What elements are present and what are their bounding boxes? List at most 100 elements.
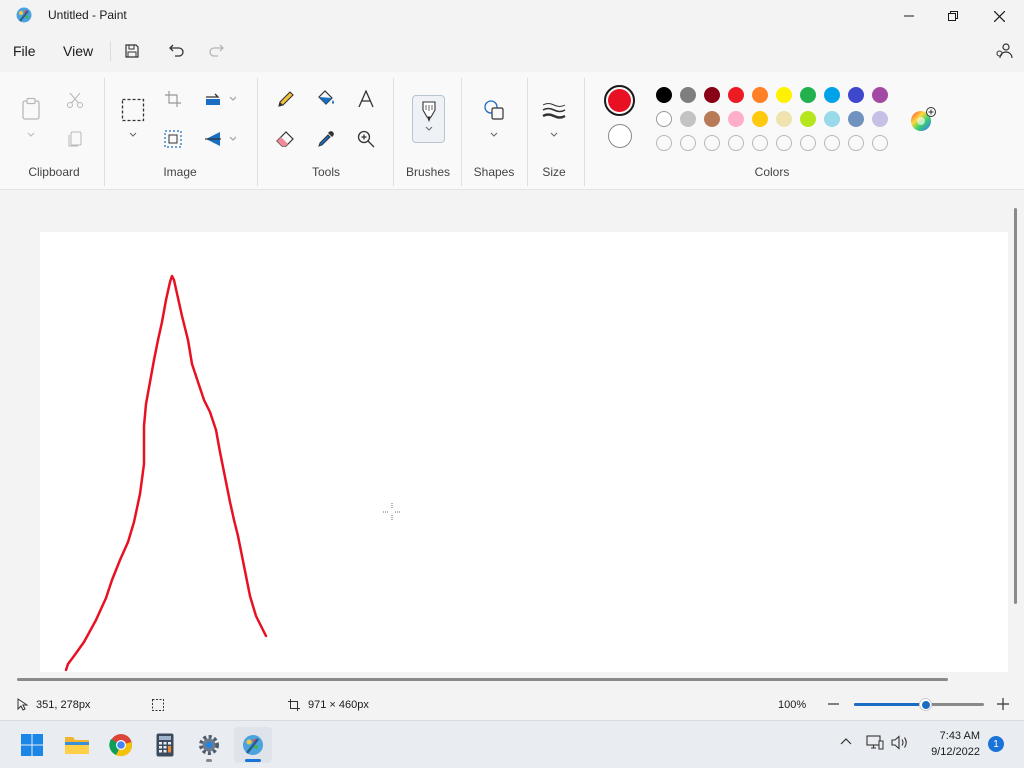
color-swatch[interactable] (800, 87, 816, 103)
edit-colors-icon[interactable] (910, 107, 936, 133)
taskbar-calculator[interactable] (146, 727, 184, 763)
zoom-slider-thumb[interactable] (919, 698, 932, 711)
ribbon-divider (257, 78, 258, 186)
flip-dropdown-icon[interactable] (228, 134, 238, 144)
size-icon[interactable] (541, 98, 567, 124)
calculator-icon (156, 733, 174, 757)
notification-badge[interactable]: 1 (988, 736, 1004, 752)
color-swatch[interactable] (656, 87, 672, 103)
drawing-canvas[interactable] (40, 232, 1008, 672)
rotate-dropdown-icon[interactable] (228, 94, 238, 104)
paint-icon (243, 735, 263, 755)
fill-icon[interactable] (313, 86, 339, 112)
ribbon-toolbar: Clipboard Image Tools Brushes Shapes Siz… (0, 72, 1024, 190)
menu-divider (110, 41, 111, 61)
custom-color-slot[interactable] (728, 135, 744, 151)
color-swatch[interactable] (800, 111, 816, 127)
taskbar-paint[interactable] (234, 727, 272, 763)
vertical-scrollbar[interactable] (1014, 208, 1017, 604)
horizontal-scrollbar[interactable] (17, 678, 948, 681)
color-swatch[interactable] (776, 111, 792, 127)
color-swatch[interactable] (752, 87, 768, 103)
taskbar-file-explorer[interactable] (58, 727, 96, 763)
color-swatch[interactable] (848, 111, 864, 127)
paste-icon[interactable] (18, 96, 44, 122)
copy-icon[interactable] (62, 126, 88, 152)
settings-icon (199, 735, 219, 755)
zoom-in-icon[interactable] (996, 697, 1010, 711)
volume-icon[interactable] (891, 735, 909, 750)
flip-icon[interactable] (200, 126, 226, 152)
color-swatch[interactable] (728, 111, 744, 127)
color-swatch[interactable] (680, 111, 696, 127)
color-swatch[interactable] (704, 87, 720, 103)
color-swatch[interactable] (776, 87, 792, 103)
custom-color-slot[interactable] (824, 135, 840, 151)
secondary-color-button[interactable] (608, 124, 632, 148)
clock-time[interactable]: 7:43 AM (920, 730, 980, 742)
custom-color-slot[interactable] (776, 135, 792, 151)
color-swatch[interactable] (704, 111, 720, 127)
paste-dropdown-icon[interactable] (26, 130, 36, 140)
rotate-icon[interactable] (200, 86, 226, 112)
select-icon[interactable] (120, 97, 146, 123)
shapes-dropdown-icon[interactable] (489, 130, 499, 140)
taskbar-chrome[interactable] (102, 727, 140, 763)
custom-color-slot[interactable] (704, 135, 720, 151)
custom-color-slot[interactable] (680, 135, 696, 151)
eraser-icon[interactable] (273, 126, 299, 152)
color-swatch[interactable] (824, 111, 840, 127)
color-swatch[interactable] (872, 87, 888, 103)
resize-icon[interactable] (160, 126, 186, 152)
redo-icon[interactable] (204, 39, 228, 63)
save-icon[interactable] (120, 39, 144, 63)
network-icon[interactable] (866, 735, 884, 750)
account-settings-icon[interactable] (992, 39, 1016, 63)
pencil-icon[interactable] (273, 86, 299, 112)
brushes-button[interactable] (412, 95, 445, 143)
custom-color-slot[interactable] (800, 135, 816, 151)
custom-color-slot[interactable] (848, 135, 864, 151)
color-picker-icon[interactable] (313, 126, 339, 152)
close-button[interactable] (976, 0, 1022, 32)
primary-color-button[interactable] (604, 85, 635, 116)
undo-icon[interactable] (165, 39, 189, 63)
select-dropdown-icon[interactable] (128, 130, 138, 140)
group-label-shapes: Shapes (473, 165, 515, 179)
magnifier-icon[interactable] (353, 126, 379, 152)
canvas-size: 971 × 460px (308, 699, 369, 711)
zoom-slider[interactable] (854, 698, 984, 711)
restore-button[interactable] (930, 0, 976, 32)
start-button[interactable] (13, 727, 51, 763)
brush-icon (421, 101, 436, 122)
group-label-image: Image (163, 165, 197, 179)
menu-file[interactable]: File (13, 43, 36, 59)
zoom-out-icon[interactable] (826, 697, 840, 711)
window-title: Untitled - Paint (48, 8, 127, 22)
shapes-icon[interactable] (481, 97, 507, 123)
color-swatch[interactable] (824, 87, 840, 103)
custom-color-slot[interactable] (752, 135, 768, 151)
menu-view[interactable]: View (63, 43, 93, 59)
ribbon-divider (584, 78, 585, 186)
active-indicator (245, 759, 261, 762)
custom-color-slot[interactable] (656, 135, 672, 151)
color-swatch[interactable] (872, 111, 888, 127)
color-swatch[interactable] (728, 87, 744, 103)
color-swatch[interactable] (680, 87, 696, 103)
size-dropdown-icon[interactable] (549, 130, 559, 140)
minimize-button[interactable] (886, 0, 932, 32)
cut-icon[interactable] (62, 87, 88, 113)
text-icon[interactable] (353, 86, 379, 112)
color-swatch[interactable] (752, 111, 768, 127)
cursor-position: 351, 278px (36, 699, 91, 711)
custom-color-slot[interactable] (872, 135, 888, 151)
color-swatch[interactable] (848, 87, 864, 103)
color-swatch[interactable] (656, 111, 672, 127)
taskbar-settings[interactable] (190, 727, 228, 763)
ribbon-divider (461, 78, 462, 186)
show-hidden-icons-icon[interactable] (840, 737, 852, 745)
clock-date[interactable]: 9/12/2022 (910, 746, 980, 758)
crop-icon[interactable] (160, 86, 186, 112)
group-label-size: Size (542, 165, 566, 179)
